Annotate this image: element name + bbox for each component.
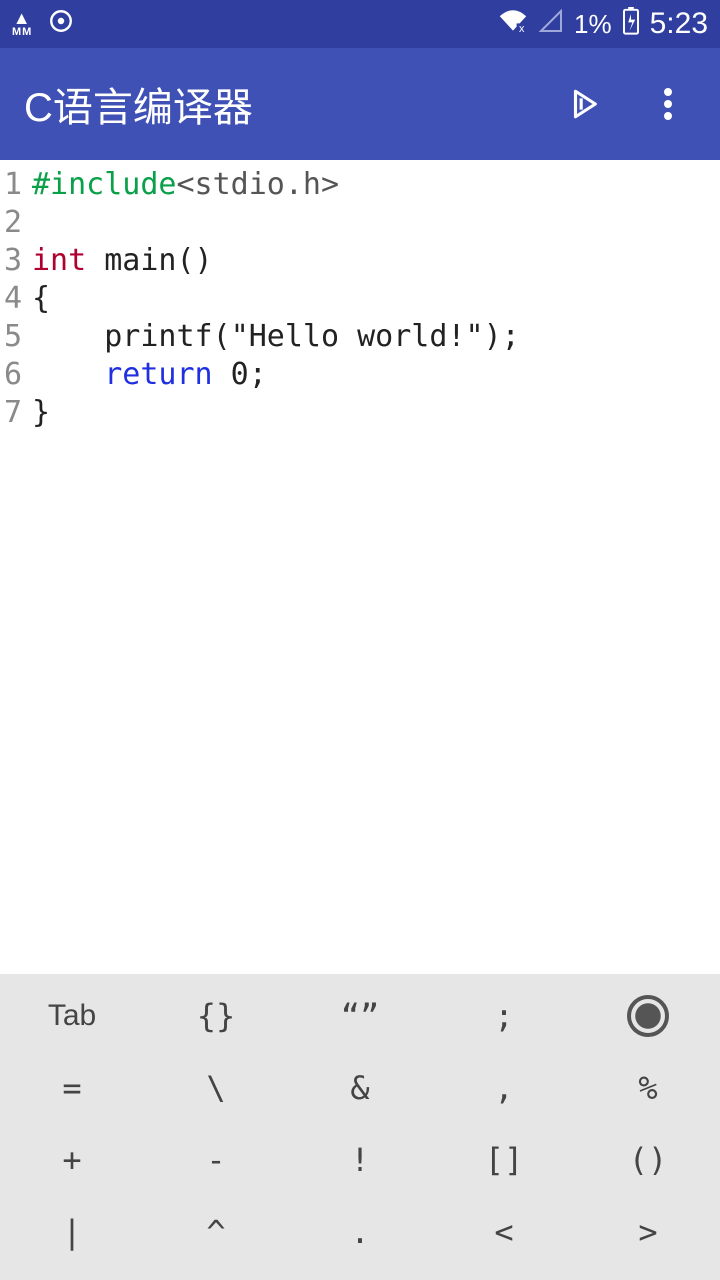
code-content[interactable]: int main() <box>28 242 213 280</box>
line-number: 4 <box>0 280 28 318</box>
key-symbol[interactable]: | <box>0 1196 144 1268</box>
key-symbol[interactable]: > <box>576 1196 720 1268</box>
svg-text:x: x <box>519 22 525 32</box>
code-content[interactable]: #include<stdio.h> <box>28 166 339 204</box>
key-symbol[interactable]: [] <box>432 1124 576 1196</box>
code-line[interactable]: 5 printf("Hello world!"); <box>0 318 720 356</box>
key-tab[interactable]: Tab <box>0 980 144 1052</box>
code-content[interactable]: } <box>28 394 50 432</box>
code-line[interactable]: 1#include<stdio.h> <box>0 166 720 204</box>
code-content[interactable] <box>28 204 32 242</box>
key-symbol[interactable]: , <box>432 1052 576 1124</box>
code-content[interactable]: { <box>28 280 50 318</box>
key-symbol[interactable]: + <box>0 1124 144 1196</box>
code-line[interactable]: 6 return 0; <box>0 356 720 394</box>
code-line[interactable]: 2 <box>0 204 720 242</box>
code-line[interactable]: 7} <box>0 394 720 432</box>
overflow-menu-button[interactable] <box>648 84 688 124</box>
clock-text: 5:23 <box>650 7 708 41</box>
key-symbol[interactable]: % <box>576 1052 720 1124</box>
code-content[interactable]: return 0; <box>28 356 267 394</box>
app-title: C语言编译器 <box>24 75 253 133</box>
code-line[interactable]: 4{ <box>0 280 720 318</box>
wifi-icon: x <box>498 9 528 40</box>
mm-indicator-icon: ▲ MM <box>12 10 32 37</box>
target-icon <box>48 8 74 41</box>
key-symbol[interactable]: = <box>0 1052 144 1124</box>
code-line[interactable]: 3int main() <box>0 242 720 280</box>
battery-icon <box>622 7 640 42</box>
status-bar: ▲ MM x 1% 5:23 <box>0 0 720 48</box>
line-number: 3 <box>0 242 28 280</box>
key-symbol[interactable]: \ <box>144 1052 288 1124</box>
line-number: 5 <box>0 318 28 356</box>
key-symbol[interactable]: . <box>288 1196 432 1268</box>
key-record[interactable] <box>576 980 720 1052</box>
key-symbol[interactable]: () <box>576 1124 720 1196</box>
key-symbol[interactable]: ! <box>288 1124 432 1196</box>
battery-text: 1% <box>574 9 612 40</box>
line-number: 7 <box>0 394 28 432</box>
key-symbol[interactable]: “” <box>288 980 432 1052</box>
code-editor[interactable]: 1#include<stdio.h>23int main()4{5 printf… <box>0 160 720 974</box>
app-bar: C语言编译器 <box>0 48 720 160</box>
code-content[interactable]: printf("Hello world!"); <box>28 318 520 356</box>
symbol-keyboard: Tab{}“”; =\&,% +-![]() |^.<> <box>0 974 720 1280</box>
run-button[interactable] <box>564 84 604 124</box>
key-symbol[interactable]: - <box>144 1124 288 1196</box>
key-symbol[interactable]: < <box>432 1196 576 1268</box>
key-symbol[interactable]: ; <box>432 980 576 1052</box>
key-symbol[interactable]: ^ <box>144 1196 288 1268</box>
line-number: 1 <box>0 166 28 204</box>
key-symbol[interactable]: {} <box>144 980 288 1052</box>
line-number: 2 <box>0 204 28 242</box>
line-number: 6 <box>0 356 28 394</box>
signal-icon <box>538 9 564 40</box>
key-symbol[interactable]: & <box>288 1052 432 1124</box>
